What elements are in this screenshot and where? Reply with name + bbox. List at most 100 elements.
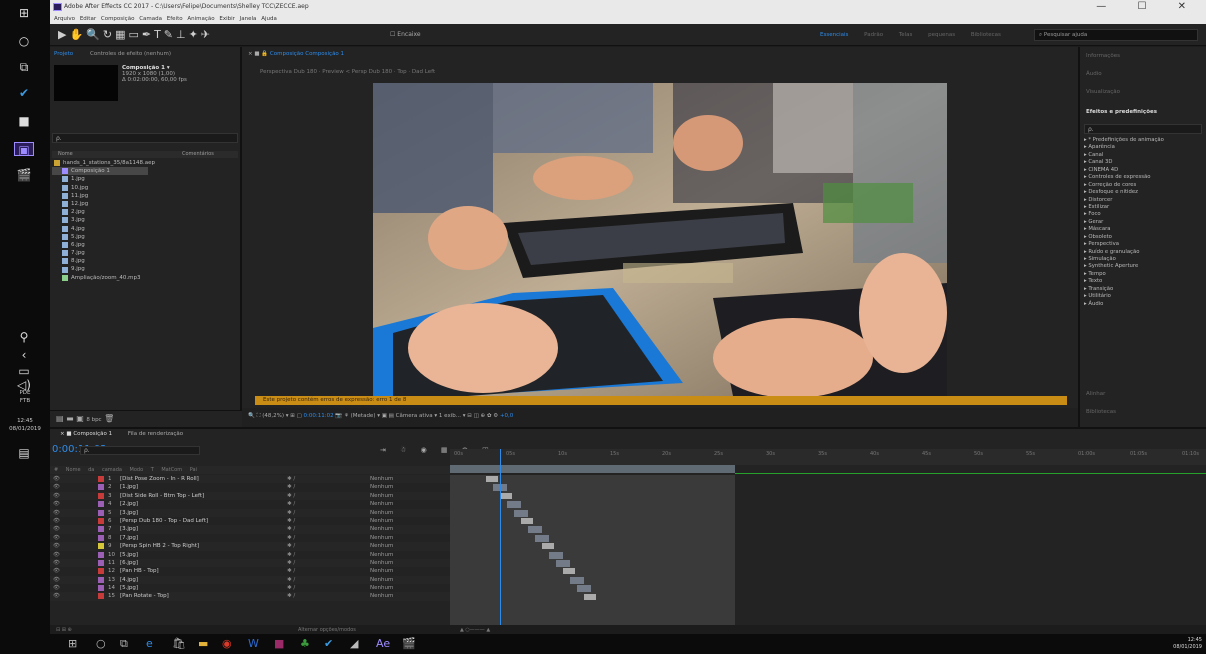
timeline-search-input[interactable]: ρ. — [80, 446, 200, 455]
layer-row[interactable]: 👁 12 [Pan HB - Top] ✱ / Nenhum — [50, 567, 450, 575]
visibility-eye-icon[interactable]: 👁 — [53, 517, 60, 525]
effect-category[interactable]: ▸ Texto — [1084, 278, 1206, 285]
viewer-timecode[interactable]: 0:00:11:02 — [304, 413, 334, 419]
windows-start-icon[interactable]: ⊞ — [14, 6, 34, 20]
parent-select[interactable]: Nenhum — [370, 542, 393, 550]
workspace-telas-pequenas[interactable]: Telas pequenas — [899, 32, 955, 38]
layer-row[interactable]: 👁 9 [Persp Spin HB 2 - Top Right] ✱ / Nenhum — [50, 542, 450, 551]
project-item[interactable]: Ampliação/zoom_40.mp3 — [52, 274, 238, 282]
panel-bibliotecas[interactable]: Bibliotecas — [1086, 409, 1116, 415]
explorer-icon[interactable]: ▬ — [198, 637, 208, 650]
layer-switches[interactable]: ✱ / — [287, 534, 295, 542]
after-effects-icon[interactable]: Ae — [376, 637, 390, 650]
project-item[interactable]: 7.jpg — [52, 249, 238, 257]
interpret-footage-icon[interactable]: ▤ — [56, 414, 64, 423]
layer-name[interactable]: [1.jpg] — [120, 483, 138, 491]
effect-category[interactable]: ▸ Simulação — [1084, 256, 1206, 263]
app-icon-2[interactable]: ♣ — [300, 637, 310, 650]
work-area-bar[interactable] — [450, 465, 735, 473]
project-item[interactable]: 3.jpg — [52, 216, 238, 224]
delete-icon[interactable]: 🗑 — [104, 414, 114, 423]
layer-label-color[interactable] — [98, 543, 104, 550]
effect-category[interactable]: ▸ Máscara — [1084, 226, 1206, 233]
parent-select[interactable]: Nenhum — [370, 551, 393, 559]
layer-name[interactable]: [Pan Rotate - Top] — [120, 592, 169, 600]
camera-icon[interactable]: 📷 ⚘ — [335, 413, 349, 419]
effect-category[interactable]: ▸ Canal 3D — [1084, 159, 1206, 166]
layer-switches[interactable]: ✱ / — [287, 492, 295, 500]
task-view-icon[interactable]: ⧉ — [14, 60, 34, 74]
layer-switches[interactable]: ✱ / — [287, 517, 295, 525]
menu-arquivo[interactable]: Arquivo — [54, 16, 75, 22]
layer-switches[interactable]: ✱ / — [287, 584, 295, 592]
layer-bar[interactable] — [535, 534, 549, 542]
effect-category[interactable]: ▸ Desfoque e nitidez — [1084, 189, 1206, 196]
parent-select[interactable]: Nenhum — [370, 592, 393, 600]
project-item[interactable]: 11.jpg — [52, 192, 238, 200]
layer-switches[interactable]: ✱ / — [287, 551, 295, 559]
menu-ajuda[interactable]: Ajuda — [261, 16, 277, 22]
parent-select[interactable]: Nenhum — [370, 483, 393, 491]
menu-composicao[interactable]: Composição — [101, 16, 135, 22]
search-icon[interactable]: ○ — [96, 637, 106, 650]
parent-select[interactable]: Nenhum — [370, 567, 393, 575]
layer-switches[interactable]: ✱ / — [287, 509, 295, 517]
layer-switches[interactable]: ✱ / — [287, 500, 295, 508]
user-icon[interactable]: ⚲ — [14, 330, 34, 344]
app-icon[interactable]: ■ — [274, 637, 284, 650]
layer-row[interactable]: 👁 15 [Pan Rotate - Top] ✱ / Nenhum — [50, 592, 450, 601]
menu-efeito[interactable]: Efeito — [167, 16, 183, 22]
clapper-icon[interactable]: 🎬 — [14, 168, 34, 182]
layer-label-color[interactable] — [98, 585, 104, 592]
tab-composition[interactable]: Composição Composição 1 — [270, 51, 344, 57]
layer-name[interactable]: [5.jpg] — [120, 584, 138, 592]
close-tab-icon[interactable]: × ■ — [60, 431, 72, 437]
project-item[interactable]: hands_1_stations_35/8a1148.aep — [52, 159, 238, 167]
transition-layer-bar[interactable] — [584, 593, 596, 600]
cortana-icon[interactable]: ○ — [14, 34, 34, 48]
layer-row[interactable]: 👁 6 [Persp Dub 180 - Top - Dad Left] ✱ / Nen… — [50, 517, 450, 525]
parent-select[interactable]: Nenhum — [370, 559, 393, 567]
layer-bar[interactable] — [514, 509, 528, 517]
project-search-input[interactable]: ρ. — [52, 133, 238, 143]
layer-row[interactable]: 👁 11 [6.jpg] ✱ / Nenhum — [50, 558, 450, 568]
transition-layer-bar[interactable] — [486, 476, 498, 482]
tool-icons[interactable]: ▶✋🔍↻▦▭✒T✎⊥✦✈ — [58, 28, 213, 41]
tab-render-queue[interactable]: Fila de renderização — [128, 431, 183, 437]
layer-label-color[interactable] — [98, 534, 104, 541]
parent-select[interactable]: Nenhum — [370, 500, 393, 508]
visibility-eye-icon[interactable]: 👁 — [53, 592, 60, 600]
visibility-eye-icon[interactable]: 👁 — [53, 534, 60, 542]
column-name[interactable]: Nome — [58, 151, 73, 157]
layer-row[interactable]: 👁 10 [5.jpg] ✱ / Nenhum — [50, 551, 450, 559]
time-ruler[interactable]: 00s 05s 10s 15s 20s 25s 30s 35s 40s 45s 50s 55s 01:0… — [450, 449, 1206, 465]
layer-switches[interactable]: ✱ / — [287, 559, 295, 567]
project-item[interactable]: 9.jpg — [52, 265, 238, 273]
layer-row[interactable]: 👁 5 [3.jpg] ✱ / Nenhum — [50, 508, 450, 517]
tab-effect-controls[interactable]: Controles de efeito (nenhum) — [90, 51, 171, 57]
workspace-bibliotecas[interactable]: Bibliotecas — [971, 32, 1001, 38]
app-icon-4[interactable]: ◢ — [350, 637, 358, 650]
parent-select[interactable]: Nenhum — [370, 584, 393, 592]
store-icon[interactable]: ✔ — [14, 86, 34, 100]
layer-label-color[interactable] — [98, 559, 104, 566]
layer-name[interactable]: [5.jpg] — [120, 551, 138, 559]
visibility-eye-icon[interactable]: 👁 — [53, 509, 60, 517]
layer-name[interactable]: [Pan HB - Top] — [120, 567, 159, 575]
layer-row[interactable]: 👁 7 [3.jpg] ✱ / Nenhum — [50, 525, 450, 534]
layer-label-color[interactable] — [98, 568, 104, 575]
transition-layer-bar[interactable] — [500, 492, 512, 499]
chrome-icon[interactable]: ◉ — [222, 637, 232, 650]
layer-row[interactable]: 👁 13 [4.jpg] ✱ / Nenhum — [50, 575, 450, 585]
transition-layer-bar[interactable] — [542, 543, 554, 550]
effects-panel-title[interactable]: Efeitos e predefinições — [1086, 109, 1157, 115]
app-icon[interactable]: ■ — [14, 114, 34, 128]
workspace-padrao[interactable]: Padrão — [864, 32, 883, 38]
layer-row[interactable]: 👁 8 [7.jpg] ✱ / Nenhum — [50, 534, 450, 542]
composition-viewer[interactable] — [373, 83, 947, 396]
expression-error-bar[interactable]: Este projeto contém erros de expressão: … — [255, 396, 1067, 405]
layer-row[interactable]: 👁 3 [Dist Side Roll - Btm Top - Left] ✱ / Ne… — [50, 491, 450, 501]
grid-icon[interactable]: ⊞ ▢ — [290, 413, 302, 419]
layer-name[interactable]: [7.jpg] — [120, 534, 138, 542]
visibility-eye-icon[interactable]: 👁 — [53, 492, 60, 500]
